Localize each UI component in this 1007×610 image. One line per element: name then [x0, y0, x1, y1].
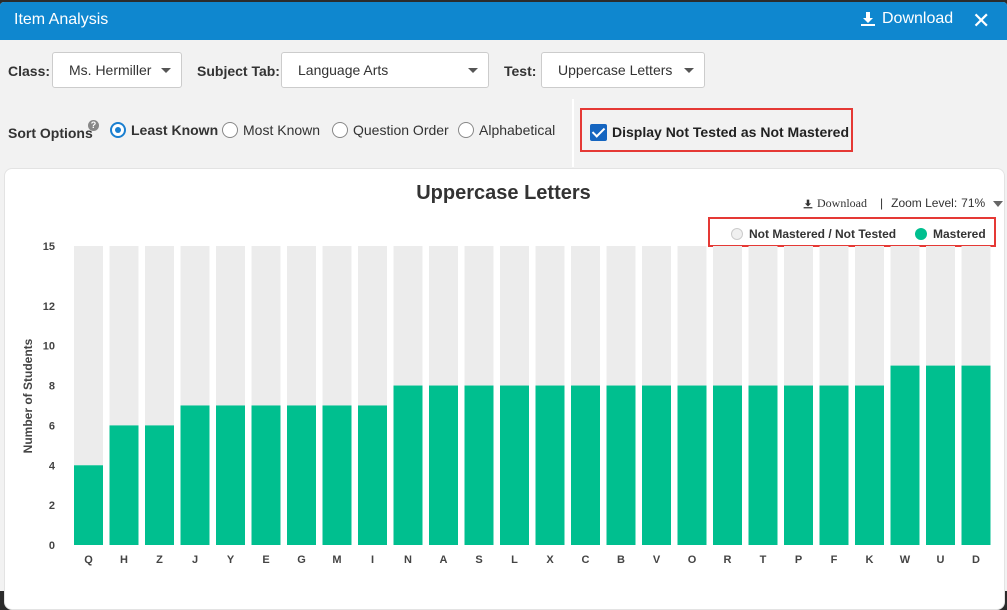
download-icon — [861, 12, 875, 26]
sort-options-label: Sort Options — [8, 125, 93, 141]
sort-options-bar: Sort Options ? Least Known Most Known Qu… — [0, 99, 572, 165]
subject-tab-label: Subject Tab: — [197, 63, 280, 79]
close-icon[interactable]: ✕ — [972, 8, 990, 34]
legend-dot-icon — [731, 228, 743, 240]
subject-tab-select-value: Language Arts — [298, 62, 389, 78]
sort-option-label: Most Known — [243, 122, 321, 138]
class-select-value: Ms. Hermiller — [69, 62, 152, 78]
dialog-title: Item Analysis — [14, 11, 109, 28]
display-not-tested-checkbox[interactable] — [590, 124, 607, 141]
download-icon — [803, 199, 813, 208]
help-icon[interactable]: ? — [88, 120, 99, 131]
toolbar-separator: | — [880, 196, 884, 210]
sort-option-label: Question Order — [353, 122, 449, 138]
sort-least-known-radio[interactable]: Least Known — [110, 122, 218, 138]
sort-option-label: Alphabetical — [479, 122, 556, 138]
chevron-down-icon — [684, 68, 694, 73]
radio-icon — [458, 122, 474, 138]
class-select[interactable]: Ms. Hermiller — [52, 52, 182, 88]
zoom-level-control[interactable]: | Zoom Level: 71% — [880, 196, 1004, 210]
zoom-value: 71% — [961, 196, 986, 210]
legend-label: Not Mastered / Not Tested — [749, 227, 897, 241]
legend-mastered[interactable]: Mastered — [915, 227, 986, 241]
filter-bar: Class: Ms. Hermiller Subject Tab: Langua… — [0, 40, 1007, 101]
download-button[interactable]: Download — [860, 10, 953, 28]
radio-icon — [222, 122, 238, 138]
title-bar: Item Analysis Download ✕ — [0, 2, 1007, 40]
sort-option-label: Least Known — [131, 122, 219, 138]
test-select-value: Uppercase Letters — [558, 62, 673, 78]
legend-not-mastered[interactable]: Not Mastered / Not Tested — [731, 227, 896, 241]
chart-download-label: Download — [817, 196, 867, 210]
test-label: Test: — [504, 63, 537, 79]
sort-most-known-radio[interactable]: Most Known — [222, 122, 320, 138]
legend-label: Mastered — [933, 227, 986, 241]
chevron-down-icon — [993, 201, 1004, 207]
sort-question-order-radio[interactable]: Question Order — [332, 122, 449, 138]
chart-download-button[interactable]: Download — [803, 196, 867, 211]
legend-dot-icon — [915, 228, 927, 240]
radio-selected-icon — [110, 122, 126, 138]
sort-alphabetical-radio[interactable]: Alphabetical — [458, 122, 555, 138]
chevron-down-icon — [161, 68, 171, 73]
zoom-label: Zoom Level: — [891, 196, 958, 210]
display-not-tested-label: Display Not Tested as Not Mastered — [612, 124, 850, 140]
class-label: Class: — [8, 63, 51, 79]
chevron-down-icon — [468, 68, 478, 73]
subject-tab-select[interactable]: Language Arts — [281, 52, 489, 88]
radio-icon — [332, 122, 348, 138]
test-select[interactable]: Uppercase Letters — [541, 52, 705, 88]
download-label: Download — [882, 10, 954, 27]
